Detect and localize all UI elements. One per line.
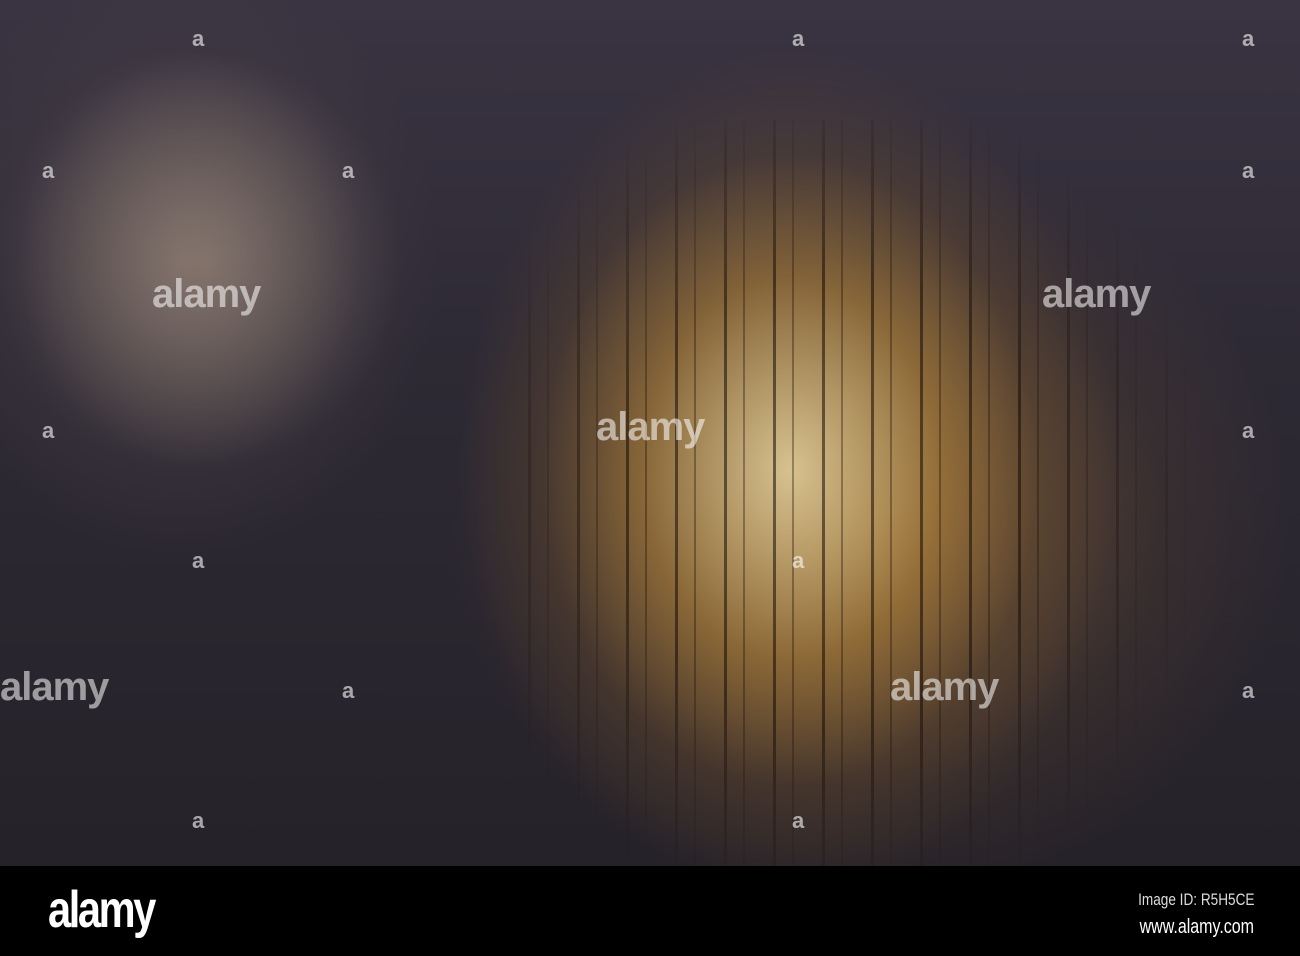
watermark-mark: a — [342, 158, 355, 183]
watermark-mark: a — [1242, 158, 1255, 183]
watermark-mark: a — [1242, 26, 1255, 51]
watermark-mark: a — [192, 548, 205, 573]
watermark-mark: a — [192, 808, 205, 833]
flowstone-curtain — [500, 120, 1260, 866]
watermark: alamy — [596, 405, 705, 449]
footer-bar: alamy Image ID: R5H5CE www.alamy.com — [0, 866, 1300, 956]
watermark: alamy — [890, 665, 999, 709]
watermark-mark: a — [1242, 678, 1255, 703]
watermark-mark: a — [192, 26, 205, 51]
watermark-mark: a — [792, 808, 805, 833]
alamy-logo: alamy — [48, 881, 156, 939]
watermark-mark: a — [342, 678, 355, 703]
watermark-mark: a — [42, 418, 55, 443]
website-url: www.alamy.com — [1139, 916, 1254, 938]
cave-photo: alamy alamy alamy alamy alamy a a a a a … — [0, 0, 1300, 866]
watermark: alamy — [1042, 272, 1151, 316]
watermark-mark: a — [792, 26, 805, 51]
watermark-mark: a — [42, 158, 55, 183]
watermark-mark: a — [1242, 418, 1255, 443]
watermark: alamy — [152, 272, 261, 316]
image-id: Image ID: R5H5CE — [1137, 890, 1254, 909]
watermark: alamy — [0, 665, 109, 709]
watermark-mark: a — [792, 548, 805, 573]
